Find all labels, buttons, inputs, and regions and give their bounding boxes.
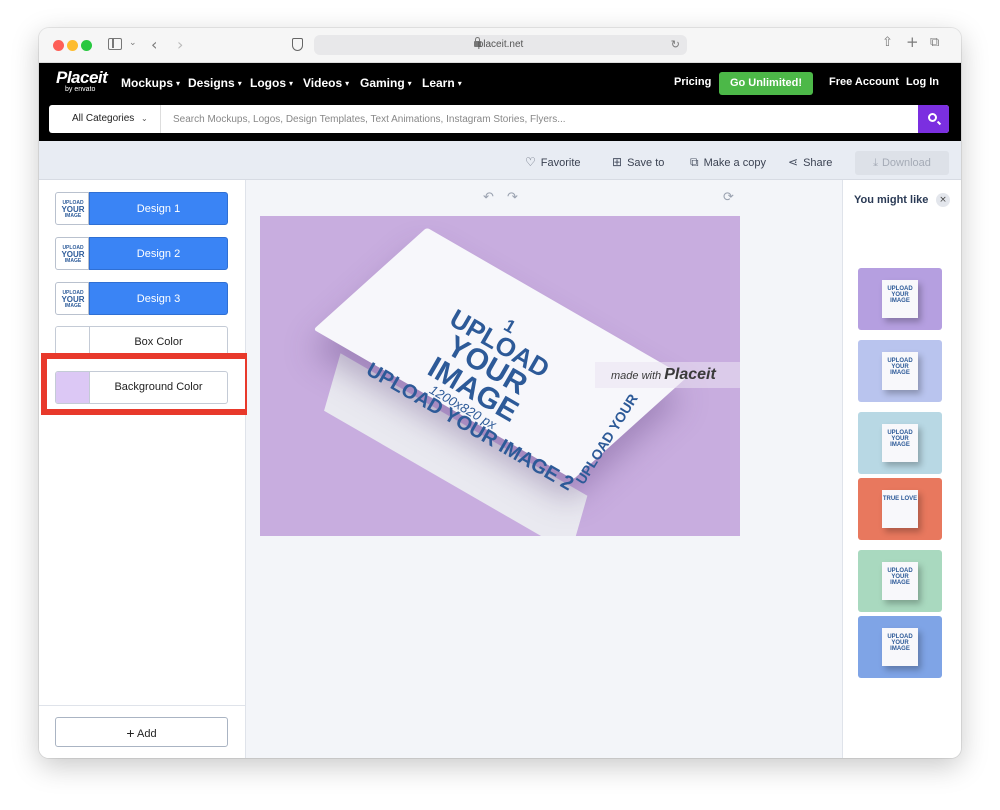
suggestion-thumbnail[interactable]: UPLOAD YOUR IMAGE — [858, 616, 942, 678]
new-tab-icon[interactable]: + — [906, 35, 919, 50]
chevron-down-icon: ▾ — [237, 79, 242, 88]
nav-item-designs[interactable]: Designs ▾ — [188, 76, 242, 90]
suggestion-mockup: UPLOAD YOUR IMAGE — [882, 280, 918, 318]
nav-item-mockups[interactable]: Mockups ▾ — [121, 76, 180, 90]
watermark: made with Placeit — [595, 362, 740, 388]
search-button[interactable] — [918, 105, 949, 133]
login-link[interactable]: Log In — [906, 76, 939, 88]
add-button[interactable]: + Add — [55, 717, 228, 747]
go-unlimited-button[interactable]: Go Unlimited! — [719, 72, 813, 95]
favorite-button[interactable]: ♡ Favorite — [525, 155, 581, 169]
download-button[interactable]: ⤓ Download — [855, 151, 949, 175]
save-to-button[interactable]: ⊞ Save to — [612, 155, 664, 169]
close-icon[interactable]: × — [936, 193, 950, 207]
suggestions-panel: You might like × UPLOAD YOUR IMAGE UPLOAD… — [842, 180, 961, 758]
editor-action-bar: ♡ Favorite ⊞ Save to ⧉ Make a copy ⋖ Share ⤓… — [39, 141, 961, 180]
share-icon: ⋖ — [788, 155, 799, 169]
design-2-button[interactable]: Design 2 — [89, 237, 228, 270]
suggestion-label: TRUE LOVE — [882, 496, 918, 502]
category-select[interactable]: All Categories ⌄ — [49, 105, 161, 133]
redo-icon[interactable]: ↷ — [507, 190, 518, 205]
download-icon: ⤓ — [873, 156, 878, 169]
suggestion-thumbnail[interactable]: UPLOAD YOUR IMAGE — [858, 340, 942, 402]
upload-thumbnail[interactable]: UPLOAD YOUR IMAGE — [55, 192, 89, 225]
nav-item-learn[interactable]: Learn ▾ — [422, 76, 462, 90]
suggestion-label: UPLOAD YOUR IMAGE — [887, 634, 913, 652]
suggestion-label: UPLOAD YOUR IMAGE — [887, 568, 913, 586]
search-icon — [928, 113, 937, 122]
search-input[interactable] — [173, 105, 913, 133]
address-bar[interactable]: placeit.net ↻ — [314, 35, 687, 55]
design-1-button[interactable]: Design 1 — [89, 192, 228, 225]
safari-toolbar: ⌄ ‹ › placeit.net ↻ ⇧ + ⧉ — [39, 28, 961, 63]
chevron-down-icon: ⌄ — [141, 114, 148, 123]
free-account-link[interactable]: Free Account — [829, 76, 899, 88]
suggestion-thumbnail[interactable]: UPLOAD YOUR IMAGE — [858, 412, 942, 474]
panel-footer: + Add — [39, 705, 245, 758]
logo-subtext: by envato — [65, 86, 96, 93]
make-copy-button[interactable]: ⧉ Make a copy — [690, 155, 766, 170]
logo-text: Placeit — [56, 68, 108, 87]
chevron-down-icon: ▾ — [407, 79, 412, 88]
chevron-down-icon: ▾ — [289, 79, 294, 88]
suggestion-thumbnail[interactable]: UPLOAD YOUR IMAGE — [858, 550, 942, 612]
zoom-window-button[interactable] — [81, 40, 92, 51]
sidebar-toggle-icon[interactable] — [108, 38, 122, 50]
highlight-annotation — [41, 353, 251, 415]
placeit-logo[interactable]: Placeit by envato — [56, 68, 108, 94]
chevron-down-icon[interactable]: ⌄ — [129, 39, 137, 48]
share-sheet-icon[interactable]: ⇧ — [882, 36, 893, 49]
design-3-button[interactable]: Design 3 — [89, 282, 228, 315]
suggestion-thumbnail[interactable]: UPLOAD YOUR IMAGE — [858, 268, 942, 330]
design-1-row[interactable]: UPLOAD YOUR IMAGE Design 1 — [55, 192, 228, 225]
nav-item-gaming[interactable]: Gaming ▾ — [360, 76, 412, 90]
nav-item-videos[interactable]: Videos ▾ — [303, 76, 349, 90]
copy-icon: ⧉ — [690, 155, 699, 169]
suggestion-label: UPLOAD YOUR IMAGE — [887, 286, 913, 304]
suggestion-mockup: UPLOAD YOUR IMAGE — [882, 562, 918, 600]
chevron-down-icon: ▾ — [457, 79, 462, 88]
undo-icon[interactable]: ↶ — [483, 190, 494, 205]
editor-canvas: ↶ ↷ ⟳ 1 UPLOAD YOUR IMAGE 1200x820 px UP… — [247, 180, 842, 758]
customization-panel: UPLOAD YOUR IMAGE Design 1 UPLOAD YOUR IMAGE… — [39, 180, 251, 758]
back-arrow-icon[interactable]: ‹ — [151, 37, 157, 53]
chevron-down-icon: ▾ — [176, 79, 181, 88]
upload-thumbnail[interactable]: UPLOAD YOUR IMAGE — [55, 282, 89, 315]
pricing-link[interactable]: Pricing — [674, 76, 711, 88]
minimize-window-button[interactable] — [67, 40, 78, 51]
url-text: placeit.net — [477, 39, 524, 50]
suggestion-mockup: UPLOAD YOUR IMAGE — [882, 628, 918, 666]
save-folder-icon: ⊞ — [612, 155, 623, 169]
suggestion-thumbnail[interactable]: TRUE LOVE — [858, 478, 942, 540]
chevron-down-icon: ▾ — [345, 79, 350, 88]
design-2-row[interactable]: UPLOAD YOUR IMAGE Design 2 — [55, 237, 228, 270]
plus-icon: + — [126, 725, 135, 741]
reload-icon[interactable]: ↻ — [671, 38, 680, 51]
search-row: All Categories ⌄ — [39, 103, 961, 141]
share-button[interactable]: ⋖ Share — [788, 155, 832, 169]
browser-window: ⌄ ‹ › placeit.net ↻ ⇧ + ⧉ Placeit by env… — [39, 28, 961, 758]
design-3-row[interactable]: UPLOAD YOUR IMAGE Design 3 — [55, 282, 228, 315]
upload-thumbnail[interactable]: UPLOAD YOUR IMAGE — [55, 237, 89, 270]
suggestion-label: UPLOAD YOUR IMAGE — [887, 358, 913, 376]
suggestions-title: You might like — [854, 194, 929, 206]
privacy-shield-icon[interactable] — [292, 38, 303, 51]
suggestion-mockup: UPLOAD YOUR IMAGE — [882, 424, 918, 462]
tab-overview-icon[interactable]: ⧉ — [930, 36, 939, 49]
mockup-preview[interactable]: 1 UPLOAD YOUR IMAGE 1200x820 px UPLOAD Y… — [260, 216, 740, 536]
forward-arrow-icon[interactable]: › — [177, 37, 183, 53]
suggestion-label: UPLOAD YOUR IMAGE — [887, 430, 913, 448]
site-header: Placeit by envato Mockups ▾ Designs ▾ Logo… — [39, 63, 961, 103]
close-window-button[interactable] — [53, 40, 64, 51]
suggestion-mockup: TRUE LOVE — [882, 490, 918, 528]
refresh-icon[interactable]: ⟳ — [723, 190, 734, 205]
search-box: All Categories ⌄ — [49, 105, 949, 133]
heart-icon: ♡ — [525, 155, 536, 169]
suggestion-mockup: UPLOAD YOUR IMAGE — [882, 352, 918, 390]
nav-item-logos[interactable]: Logos ▾ — [250, 76, 293, 90]
